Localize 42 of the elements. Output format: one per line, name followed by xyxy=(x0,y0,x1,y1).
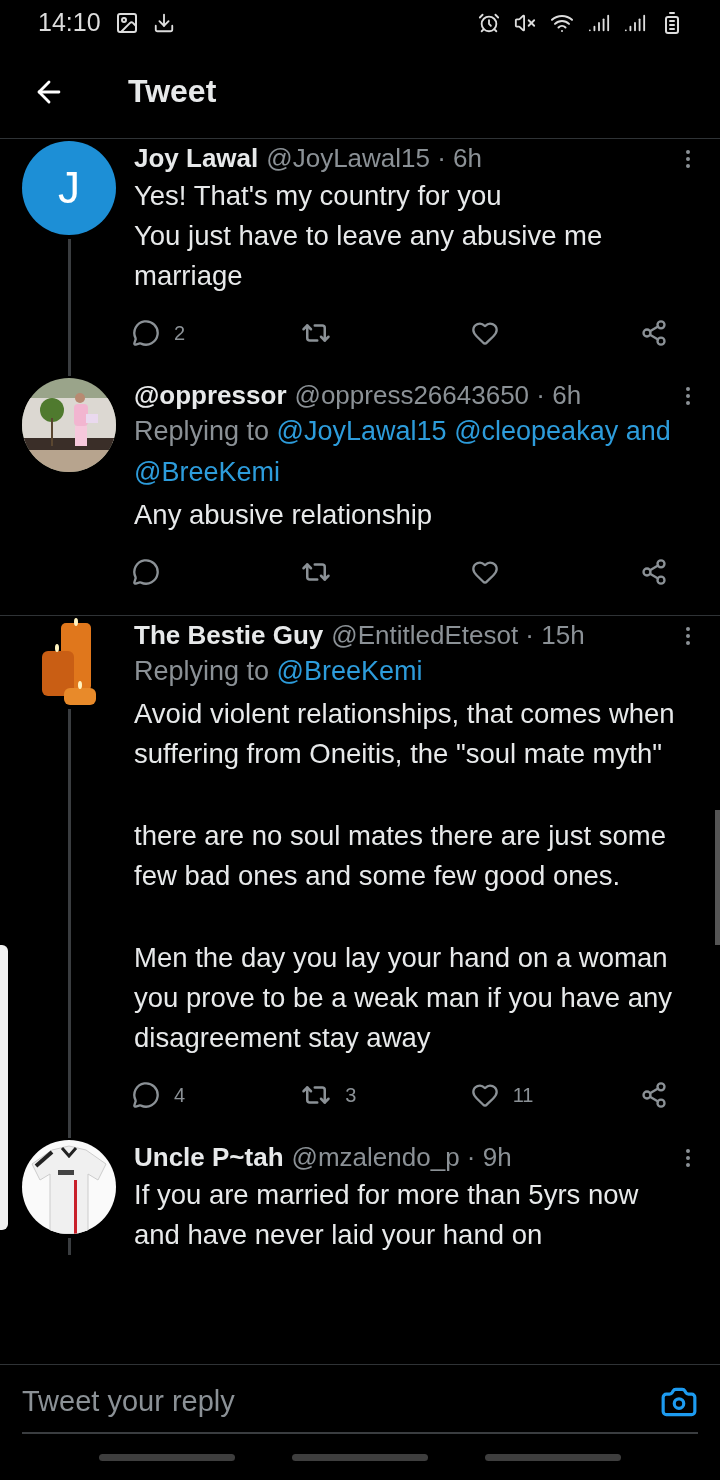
author-name[interactable]: Joy Lawal xyxy=(134,143,259,174)
reply-icon xyxy=(132,1081,160,1109)
heart-icon xyxy=(470,558,499,586)
tweet-text: If you are married for more than 5yrs now and have never laid your hand on xyxy=(134,1178,640,1252)
author-handle-time: @oppress26643650 · 6h xyxy=(294,380,583,411)
replying-to-text: Replying to @JoyLawal15 @cleopeakay and @BreeKemi xyxy=(134,415,672,489)
status-time: 14:10 xyxy=(38,8,101,37)
mention-link[interactable]: @BreeKemi xyxy=(134,457,280,487)
like-button[interactable]: 11 xyxy=(470,1076,640,1114)
heart-icon xyxy=(470,319,499,347)
mention-link[interactable]: and xyxy=(625,416,671,446)
author-name[interactable]: Uncle P~tah xyxy=(134,1142,284,1173)
image-icon xyxy=(114,10,139,35)
page-title: Tweet xyxy=(128,73,217,110)
share-icon xyxy=(640,319,668,347)
heart-icon xyxy=(470,1081,499,1109)
replying-to-text: Replying to @BreeKemi xyxy=(134,655,424,688)
edge-panel-handle[interactable] xyxy=(0,945,8,1230)
alarm-icon xyxy=(478,11,500,34)
author-name[interactable]: @oppressor xyxy=(134,380,287,411)
mention-link[interactable]: @BreeKemi xyxy=(276,656,423,686)
mention-link[interactable]: @JoyLawal15 xyxy=(276,416,447,446)
retweet-button[interactable]: 3 xyxy=(301,1076,471,1114)
reply-button[interactable]: 2 xyxy=(132,314,302,352)
mention-link[interactable]: @cleopeakay xyxy=(454,416,619,446)
download-icon xyxy=(152,11,175,34)
tweet-text: Any abusive relationship xyxy=(134,498,434,532)
reply-button[interactable]: 4 xyxy=(132,1076,302,1114)
reply-icon xyxy=(132,319,160,347)
reply-input[interactable]: Tweet your reply xyxy=(22,1379,660,1424)
author-name[interactable]: The Bestie Guy xyxy=(134,620,324,651)
author-handle-time: @JoyLawal15 · 6h xyxy=(266,143,483,174)
share-icon xyxy=(640,1081,668,1109)
tweet-text: Men the day you lay your hand on a woman you prove to be a weak man if you have any disagreement stay away xyxy=(134,941,674,1055)
tweet-text: Avoid violent relationships, that comes when suffering from Oneitis, the "soul mate myth" xyxy=(134,697,676,771)
author-handle-time: @EntitledEtesot · 15h xyxy=(331,620,586,651)
author-handle-time: @mzalendo_p · 9h xyxy=(291,1142,513,1173)
tweet-text: Yes! That's my country for you You just have to leave any abusive me marriage xyxy=(134,179,604,293)
reply-icon xyxy=(132,558,160,586)
avatar[interactable]: J xyxy=(22,141,116,235)
tweet-text: there are no soul mates there are just some few bad ones and some few good ones. xyxy=(134,819,667,893)
share-icon xyxy=(640,558,668,586)
